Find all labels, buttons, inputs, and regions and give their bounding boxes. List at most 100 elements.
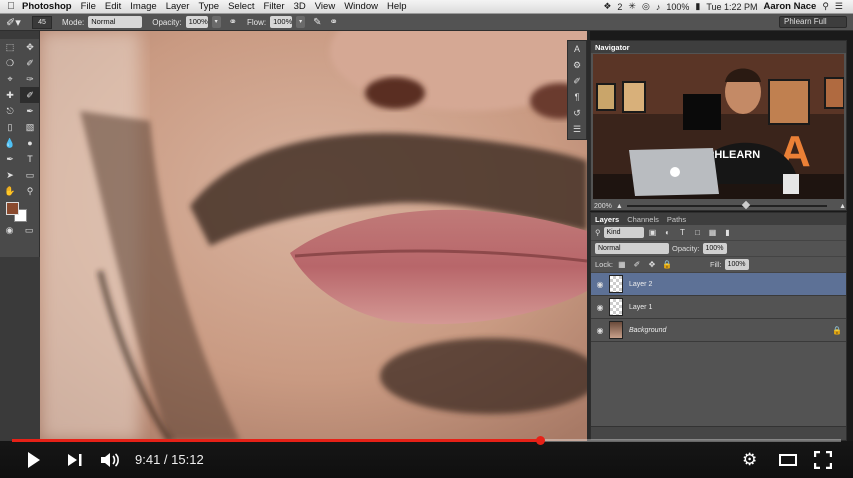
type-tool-icon[interactable]: T <box>20 151 40 167</box>
eyedropper-tool-icon[interactable]: ✑ <box>20 71 40 87</box>
menu-select[interactable]: Select <box>228 1 254 12</box>
notification-badge[interactable]: 2 <box>617 2 622 12</box>
zoom-slider-knob[interactable] <box>741 200 751 210</box>
user-name[interactable]: Aaron Nace <box>764 1 817 12</box>
lock-image-icon[interactable]: ✐ <box>631 259 643 270</box>
notification-center-icon[interactable]: ☰ <box>835 1 843 12</box>
lasso-tool-icon[interactable]: ❍ <box>0 55 20 71</box>
menu-window[interactable]: Window <box>344 1 378 12</box>
history-brush-tool-icon[interactable]: ✒ <box>20 103 40 119</box>
fullscreen-icon[interactable] <box>814 451 832 469</box>
layer-row[interactable]: ◉ Layer 1 <box>591 296 846 319</box>
menu-image[interactable]: Image <box>130 1 156 12</box>
opacity-field[interactable]: 100% <box>185 16 208 28</box>
shape-tool-icon[interactable]: ▭ <box>20 167 40 183</box>
history-panel-icon[interactable]: ↺ <box>568 105 586 121</box>
menu-help[interactable]: Help <box>387 1 407 12</box>
lock-transparent-icon[interactable]: ▦ <box>616 259 628 270</box>
quick-select-tool-icon[interactable]: ✐ <box>20 55 40 71</box>
navigator-zoom-value[interactable]: 200% <box>594 203 612 210</box>
flow-dropdown-icon[interactable]: ▾ <box>296 16 306 28</box>
filter-smart-object-icon[interactable]: ▦ <box>707 227 719 238</box>
tab-channels[interactable]: Channels <box>627 215 659 224</box>
move-tool-icon[interactable]: ✥ <box>20 39 40 55</box>
video-progress-bar[interactable] <box>12 436 841 445</box>
filter-adjustment-icon[interactable]: ◐ <box>662 227 674 238</box>
tab-navigator[interactable]: Navigator <box>595 43 630 52</box>
fill-field[interactable]: 100% <box>724 259 749 270</box>
workspace-switcher[interactable]: Phlearn Full <box>779 16 847 28</box>
progress-scrubber-handle[interactable] <box>536 436 546 445</box>
quick-mask-icon[interactable]: ◉ <box>6 223 14 237</box>
apple-icon[interactable]:  <box>0 1 22 12</box>
menu-type[interactable]: Type <box>198 1 219 12</box>
blur-tool-icon[interactable]: 💧 <box>0 135 20 151</box>
zoom-in-icon[interactable]: ▲ <box>839 203 846 210</box>
play-icon[interactable] <box>27 451 41 469</box>
menu-edit[interactable]: Edit <box>105 1 121 12</box>
theater-mode-icon[interactable] <box>779 454 797 466</box>
brush-panel-icon[interactable]: ✐ <box>568 73 586 89</box>
path-select-tool-icon[interactable]: ➤ <box>0 167 20 183</box>
bluetooth-icon[interactable]: ✳ <box>628 1 636 12</box>
visibility-eye-icon[interactable]: ◉ <box>591 303 609 312</box>
layer-row[interactable]: ◉ Layer 2 <box>591 273 846 296</box>
adjustments-panel-icon[interactable]: ⚙ <box>568 57 586 73</box>
properties-panel-icon[interactable]: ☰ <box>568 121 586 137</box>
paragraph-panel-icon[interactable]: ¶ <box>568 89 586 105</box>
pen-tool-icon[interactable]: ✒ <box>0 151 20 167</box>
clone-stamp-tool-icon[interactable]: ⎋ <box>0 103 20 119</box>
menu-filter[interactable]: Filter <box>263 1 284 12</box>
settings-gear-icon[interactable]: ⚙ <box>742 451 760 469</box>
layer-name[interactable]: Layer 1 <box>629 304 846 311</box>
filter-pixel-icon[interactable]: ▣ <box>647 227 659 238</box>
tab-layers[interactable]: Layers <box>595 215 619 224</box>
layer-name[interactable]: Background <box>629 327 832 334</box>
blend-mode-select[interactable]: Normal <box>595 243 669 254</box>
pressure-opacity-icon[interactable]: ⚭ <box>229 17 237 28</box>
dropbox-icon[interactable]: ❖ <box>603 1 611 12</box>
healing-brush-tool-icon[interactable]: ✚ <box>0 87 20 103</box>
menu-3d[interactable]: 3D <box>294 1 306 12</box>
menu-view[interactable]: View <box>315 1 335 12</box>
volume-icon[interactable] <box>100 451 120 469</box>
screen-mode-icon[interactable]: ▭ <box>25 223 34 237</box>
visibility-eye-icon[interactable]: ◉ <box>591 326 609 335</box>
lock-all-icon[interactable]: 🔒 <box>661 259 673 270</box>
gradient-tool-icon[interactable]: ▧ <box>20 119 40 135</box>
layer-opacity-field[interactable]: 100% <box>702 243 727 254</box>
flow-field[interactable]: 100% <box>270 16 292 28</box>
hand-tool-icon[interactable]: ✋ <box>0 183 20 199</box>
tools-panel-grip[interactable] <box>0 31 39 39</box>
brush-tool-preset-icon[interactable]: ✐▾ <box>6 16 28 29</box>
menu-layer[interactable]: Layer <box>166 1 190 12</box>
filter-kind-select[interactable]: Kind <box>603 227 644 238</box>
navigator-thumbnail[interactable]: A PHLEARN <box>593 54 844 199</box>
document-canvas[interactable] <box>40 31 587 441</box>
menu-file[interactable]: File <box>81 1 96 12</box>
eraser-tool-icon[interactable]: ▯ <box>0 119 20 135</box>
brush-size-picker[interactable]: 45 <box>32 15 52 29</box>
marquee-tool-icon[interactable]: ⬚ <box>0 39 20 55</box>
airbrush-icon[interactable]: ✎ <box>313 17 321 28</box>
battery-percent[interactable]: 100% <box>666 2 689 12</box>
character-panel-icon[interactable]: A <box>568 41 586 57</box>
pressure-size-icon[interactable]: ⚭ <box>329 17 337 28</box>
clock[interactable]: Tue 1:22 PM <box>706 2 757 12</box>
volume-icon[interactable]: ♪ <box>656 2 661 12</box>
wifi-icon[interactable]: ◎ <box>642 1 650 12</box>
filter-toggle-icon[interactable]: ▮ <box>722 227 734 238</box>
zoom-out-icon[interactable]: ▲ <box>616 203 623 210</box>
opacity-dropdown-icon[interactable]: ▾ <box>211 16 221 28</box>
dodge-tool-icon[interactable]: ● <box>20 135 40 151</box>
next-video-icon[interactable] <box>67 453 83 467</box>
menu-app-name[interactable]: Photoshop <box>22 1 72 12</box>
foreground-color-swatch[interactable] <box>6 202 19 215</box>
zoom-tool-icon[interactable]: ⚲ <box>20 183 40 199</box>
brush-tool-icon[interactable]: ✐ <box>20 87 40 103</box>
filter-shape-icon[interactable]: □ <box>692 227 704 238</box>
tab-paths[interactable]: Paths <box>667 215 686 224</box>
layer-name[interactable]: Layer 2 <box>629 281 846 288</box>
visibility-eye-icon[interactable]: ◉ <box>591 280 609 289</box>
navigator-zoom-slider[interactable] <box>626 200 828 210</box>
